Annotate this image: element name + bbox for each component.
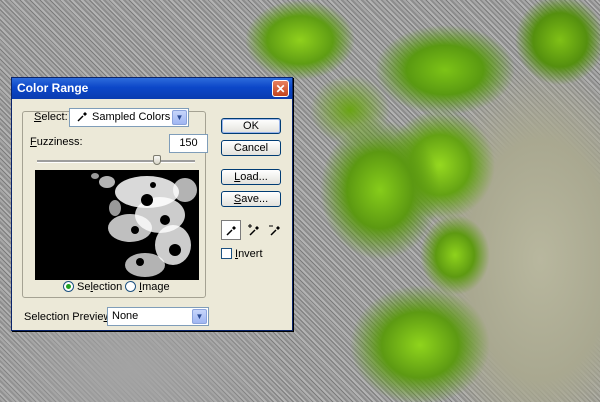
dialog-title: Color Range xyxy=(17,81,89,95)
eyedropper-plus-button[interactable] xyxy=(244,220,264,240)
eyedropper-minus-button[interactable] xyxy=(265,220,285,240)
cancel-button[interactable]: Cancel xyxy=(221,140,281,156)
color-range-dialog: Color Range ✕ Select: Sampled Colors ▼ F… xyxy=(11,77,293,331)
title-bar[interactable]: Color Range ✕ xyxy=(12,78,292,99)
fuzziness-label: Fuzziness: xyxy=(30,136,83,148)
eyedropper-plus-icon xyxy=(248,224,259,236)
invert-label: Invert xyxy=(235,248,263,260)
load-button[interactable]: Load... xyxy=(221,169,281,185)
chevron-down-icon[interactable]: ▼ xyxy=(172,110,187,125)
eyedropper-minus-icon xyxy=(269,225,280,236)
fuzziness-slider-thumb[interactable] xyxy=(153,155,161,165)
invert-checkbox[interactable] xyxy=(221,248,232,259)
eyedropper-icon xyxy=(225,226,236,236)
selection-preview-dropdown[interactable]: None ▼ xyxy=(107,307,209,326)
fuzziness-input[interactable]: 150 xyxy=(169,134,208,153)
selection-radio-label: Selection xyxy=(77,281,123,293)
image-radio[interactable] xyxy=(125,281,136,292)
image-radio-label: Image xyxy=(139,281,170,293)
select-label: Select: xyxy=(34,111,68,123)
eyedropper-icon xyxy=(77,111,88,125)
select-label-rest: elect: xyxy=(41,111,68,123)
fuzziness-label-rest: uzziness: xyxy=(36,136,83,148)
close-icon: ✕ xyxy=(275,82,286,96)
selection-preview-image xyxy=(35,170,199,280)
ok-button[interactable]: OK xyxy=(221,118,281,134)
select-value: Sampled Colors xyxy=(92,111,171,123)
fuzziness-slider-track[interactable] xyxy=(37,160,195,163)
chevron-down-icon[interactable]: ▼ xyxy=(192,309,207,324)
eyedropper-button[interactable] xyxy=(221,220,241,240)
select-dropdown[interactable]: Sampled Colors ▼ xyxy=(69,108,189,127)
close-button[interactable]: ✕ xyxy=(272,80,289,97)
selection-radio[interactable] xyxy=(63,281,74,292)
save-button[interactable]: Save... xyxy=(221,191,281,207)
selection-preview-label: Selection Preview: xyxy=(24,311,115,323)
selection-preview-value: None xyxy=(112,310,139,322)
